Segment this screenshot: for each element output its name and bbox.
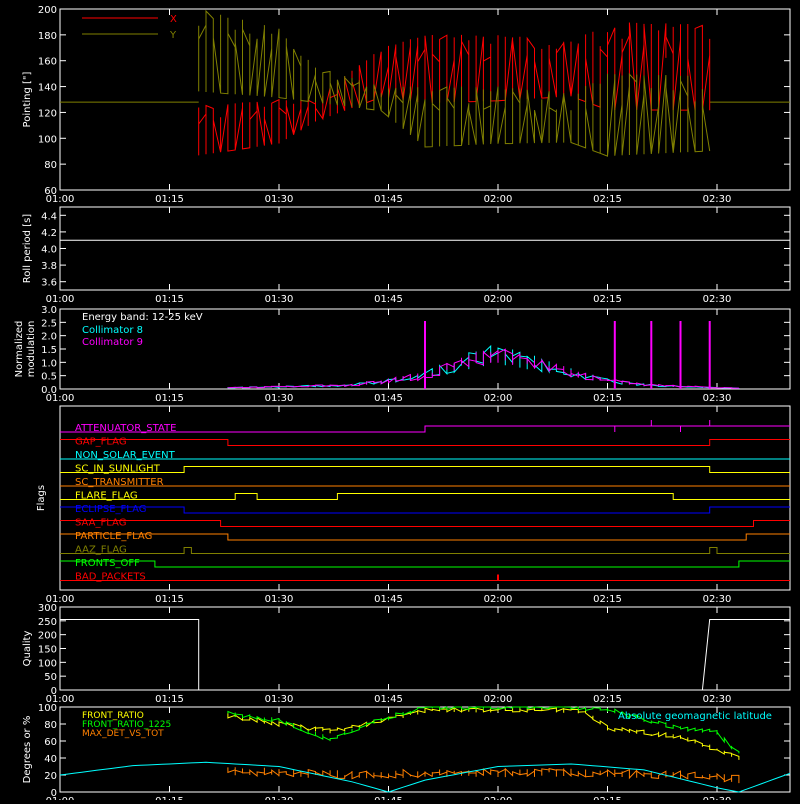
x-tick-label: 02:00 (484, 796, 513, 800)
y-axis-label: Roll period [s] (22, 214, 33, 283)
y-tick-label: 60 (44, 737, 57, 748)
x-tick-label: 01:15 (155, 694, 184, 705)
x-tick-label: 01:30 (265, 294, 294, 305)
x-tick-label: 02:15 (593, 594, 622, 605)
x-tick-label: 02:30 (703, 796, 732, 800)
y-axis-label: Pointing ["] (22, 71, 33, 127)
x-tick-label: 02:30 (703, 294, 732, 305)
y-tick-label: 200 (38, 631, 57, 642)
y-tick-label: 20 (44, 771, 57, 782)
y-axis-label: Normalized (14, 321, 25, 378)
x-tick-label: 02:00 (484, 393, 513, 404)
x-tick-label: 02:15 (593, 796, 622, 800)
y-axis-label: Degrees or % (22, 716, 33, 784)
x-tick-label: 01:30 (265, 796, 294, 800)
flag-label: ECLIPSE_FLAG (75, 504, 146, 515)
y-tick-label: 3.0 (41, 305, 57, 316)
y-tick-label: 200 (38, 5, 57, 16)
legend-title: Energy band: 12-25 keV (82, 312, 203, 323)
x-tick-label: 01:00 (46, 294, 75, 305)
flag-label: PARTICLE_FLAG (75, 531, 152, 542)
y-tick-label: 120 (38, 108, 57, 119)
legend-label: Collimator 8 (82, 325, 143, 336)
y-axis-label: Flags (36, 485, 47, 511)
x-tick-label: 01:30 (265, 194, 294, 205)
geomagnetic-annotation: Absolute geomagnetic latitude (618, 711, 772, 722)
y-tick-label: 140 (38, 83, 57, 94)
y-tick-label: 100 (38, 134, 57, 145)
x-tick-label: 01:45 (374, 194, 403, 205)
legend-label: Y (169, 30, 177, 41)
y-tick-label: 0.0 (41, 385, 57, 396)
y-tick-label: 4.2 (41, 228, 57, 239)
flag-label: SAA_FLAG (75, 518, 126, 529)
x-tick-label: 01:15 (155, 796, 184, 800)
x-tick-label: 01:30 (265, 594, 294, 605)
y-tick-label: 0 (51, 788, 57, 799)
y-tick-label: 4.4 (41, 211, 57, 222)
x-tick-label: 02:30 (703, 594, 732, 605)
y-tick-label: 80 (44, 160, 57, 171)
y-tick-label: 2.5 (41, 318, 57, 329)
flag-label: FRONTS_OFF (75, 558, 140, 569)
y-tick-label: 40 (44, 754, 57, 765)
x-tick-label: 01:45 (374, 694, 403, 705)
y-tick-label: 4.0 (41, 245, 57, 256)
rhessi-quicklook-figure: 01:00 01:15 01:30 01:45 02:00 02:15 02:30 60 80 1… (0, 0, 800, 804)
y-tick-label: 160 (38, 57, 57, 68)
y-tick-label: 3.8 (41, 261, 57, 272)
x-tick-label: 02:15 (593, 194, 622, 205)
y-tick-label: 80 (44, 720, 57, 731)
y-tick-label: 250 (38, 617, 57, 628)
legend-label: X (170, 14, 177, 25)
x-tick-label: 02:00 (484, 194, 513, 205)
x-tick-label: 01:15 (155, 294, 184, 305)
y-tick-label: 100 (38, 658, 57, 669)
y-tick-label: 2.0 (41, 332, 57, 343)
x-tick-label: 01:15 (155, 194, 184, 205)
x-tick-label: 02:00 (484, 594, 513, 605)
y-tick-label: 150 (38, 645, 57, 656)
y-axis-label: modulation (26, 321, 37, 378)
y-tick-label: 300 (38, 603, 57, 614)
x-tick-label: 01:45 (374, 393, 403, 404)
y-tick-label: 1.0 (41, 358, 57, 369)
x-tick-label: 02:15 (593, 393, 622, 404)
y-tick-label: 0.5 (41, 372, 57, 383)
x-tick-label: 02:00 (484, 694, 513, 705)
y-axis-label: Quality (22, 631, 33, 667)
x-tick-label: 01:45 (374, 294, 403, 305)
x-tick-label: 02:00 (484, 294, 513, 305)
legend-label: Collimator 9 (82, 337, 143, 348)
x-tick-label: 01:15 (155, 594, 184, 605)
flag-label: GAP_FLAG (75, 437, 127, 448)
x-tick-label: 01:15 (155, 393, 184, 404)
y-tick-label: 3.6 (41, 278, 57, 289)
x-tick-label: 02:30 (703, 393, 732, 404)
x-tick-label: 02:30 (703, 194, 732, 205)
y-tick-label: 1.5 (41, 345, 57, 356)
x-tick-label: 02:30 (703, 694, 732, 705)
x-tick-label: 02:15 (593, 694, 622, 705)
x-tick-label: 01:45 (374, 594, 403, 605)
x-tick-label: 01:45 (374, 796, 403, 800)
x-tick-label: 02:15 (593, 294, 622, 305)
y-tick-label: 100 (38, 703, 57, 714)
y-tick-label: 50 (44, 672, 57, 683)
y-tick-label: 60 (44, 186, 57, 197)
y-tick-label: 0 (51, 686, 57, 697)
x-tick-label: 01:30 (265, 393, 294, 404)
y-tick-label: 180 (38, 31, 57, 42)
figure-svg: 01:00 01:15 01:30 01:45 02:00 02:15 02:30 60 80 1… (0, 0, 800, 804)
legend-label: MAX_DET_VS_TOT (82, 729, 164, 739)
x-tick-label: 01:30 (265, 694, 294, 705)
